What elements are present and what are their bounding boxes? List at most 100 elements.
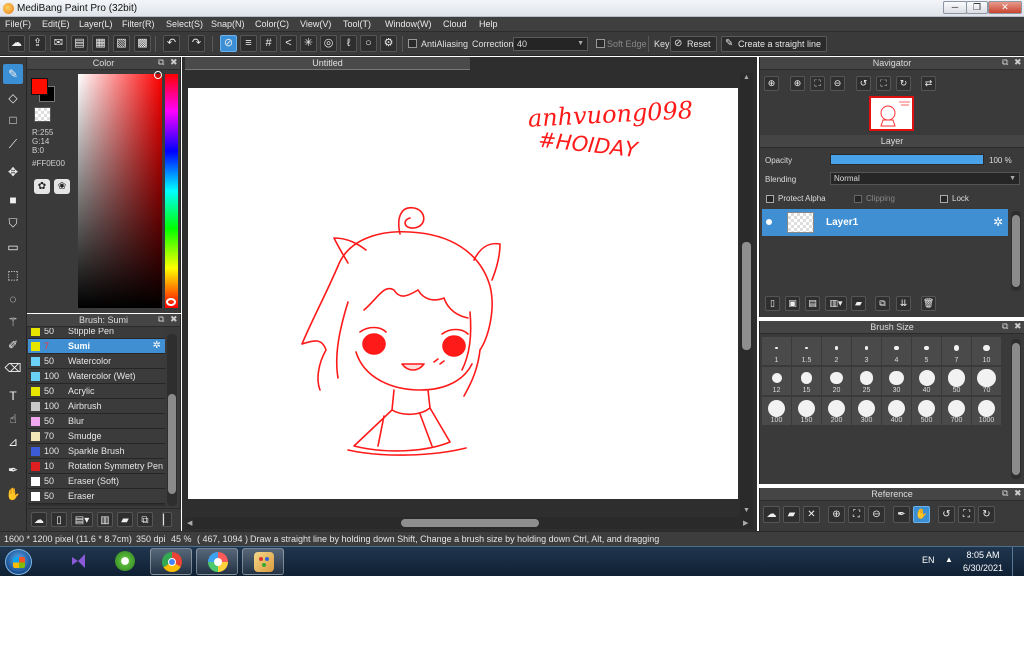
brush-size-preset[interactable]: 2 [822, 337, 851, 365]
undo-icon[interactable]: ↶ [163, 35, 180, 52]
scrollbar-thumb[interactable] [1012, 343, 1020, 475]
brush-size-preset[interactable]: 40 [912, 367, 941, 395]
close-panel-icon[interactable]: ✖ [170, 314, 178, 325]
delete-layer-icon[interactable]: 🗑 [921, 296, 936, 311]
scroll-left-icon[interactable]: ◀ [187, 519, 192, 527]
float-panel-icon[interactable]: ⧉ [1002, 321, 1008, 332]
brush-size-preset[interactable]: 12 [762, 367, 791, 395]
language-indicator[interactable]: EN [922, 555, 935, 565]
parallel-snap-icon[interactable]: ≡ [240, 35, 257, 52]
magic-wand-tool-icon[interactable]: ⚚ [3, 312, 23, 332]
color-wheel-icon[interactable]: ✿ [34, 179, 50, 194]
brush-item[interactable]: 50 Eraser [28, 489, 165, 504]
clipping-checkbox[interactable] [854, 195, 862, 203]
gear-icon[interactable]: ✲ [993, 215, 1003, 229]
fit-icon[interactable]: ⛶ [810, 76, 825, 91]
opacity-slider[interactable] [830, 154, 984, 165]
fit-icon[interactable]: ⛶ [848, 506, 865, 523]
select-eraser-tool-icon[interactable]: ⌫ [3, 358, 23, 378]
brush-size-preset[interactable]: 1 [762, 337, 791, 365]
add-brush-menu-icon[interactable]: ▤▾ [71, 512, 93, 527]
menu-file[interactable]: File(F) [5, 19, 31, 29]
hue-slider[interactable] [165, 74, 178, 308]
circle-snap-icon[interactable]: ○ [360, 35, 377, 52]
menu-snap[interactable]: Snap(N) [211, 19, 245, 29]
menu-window[interactable]: Window(W) [385, 19, 432, 29]
main-color-swatch[interactable] [31, 78, 48, 95]
float-panel-icon[interactable]: ⧉ [1002, 57, 1008, 68]
vanishing-snap-icon[interactable]: < [280, 35, 297, 52]
brush-item[interactable]: 50 Stipple Pen [28, 328, 165, 339]
brush-size-preset[interactable]: 15 [792, 367, 821, 395]
reset-button[interactable]: ⊘ Reset [670, 36, 717, 52]
eyedropper-tool-icon[interactable]: ✒ [3, 460, 23, 480]
layer-list-scrollbar[interactable] [1011, 211, 1021, 291]
layer-folder-icon[interactable]: ▰ [851, 296, 866, 311]
blending-select[interactable]: Normal ▼ [830, 172, 1020, 185]
clock-date[interactable]: 6/30/2021 [960, 563, 1006, 573]
taskbar-krita[interactable] [104, 548, 146, 575]
brush-item[interactable]: 50 Blur [28, 414, 165, 429]
brush-size-preset[interactable]: 7 [942, 337, 971, 365]
select-rect-tool-icon[interactable]: ⬚ [3, 265, 23, 285]
radial-snap-icon[interactable]: ✳ [300, 35, 317, 52]
brush-item[interactable]: 100 Sparkle Brush [28, 444, 165, 459]
lasso-tool-icon[interactable]: ◌ [3, 289, 23, 309]
cross-snap-icon[interactable]: # [260, 35, 277, 52]
text-tool-icon[interactable]: T [3, 386, 23, 406]
hue-slider-handle[interactable] [166, 298, 176, 306]
close-panel-icon[interactable]: ✖ [1014, 321, 1022, 332]
menu-select[interactable]: Select(S) [166, 19, 203, 29]
brush-size-preset[interactable]: 70 [972, 367, 1001, 395]
drawing-canvas[interactable]: anhvuong098 #HOIDAY [188, 88, 738, 499]
lock-checkbox[interactable] [940, 195, 948, 203]
float-panel-icon[interactable]: ⧉ [158, 57, 164, 68]
float-panel-icon[interactable]: ⧉ [158, 314, 164, 325]
brush-size-scrollbar[interactable] [1011, 339, 1021, 479]
brush-size-preset[interactable]: 150 [792, 397, 821, 425]
canvas-vertical-scrollbar[interactable]: ▲ ▼ [740, 73, 753, 517]
close-panel-icon[interactable]: ✖ [1014, 57, 1022, 68]
brush-size-preset[interactable]: 50 [942, 367, 971, 395]
taskbar-paint[interactable] [242, 548, 284, 575]
share-icon[interactable]: ⇪ [29, 35, 46, 52]
tray-expand-icon[interactable]: ▲ [945, 555, 953, 564]
cloud-icon[interactable]: ☁ [8, 35, 25, 52]
brush-item[interactable]: 50 Acrylic [28, 384, 165, 399]
brush-item[interactable]: 10 Rotation Symmetry Pen [28, 459, 165, 474]
brush-item[interactable]: 50 Watercolor [28, 354, 165, 369]
brush-size-preset[interactable]: 20 [822, 367, 851, 395]
divide-tool-icon[interactable]: ⊿ [3, 432, 23, 452]
start-button[interactable] [5, 549, 32, 575]
brush-item[interactable]: 100 Airbrush [28, 399, 165, 414]
cloud-brush-icon[interactable]: ☁ [31, 512, 47, 527]
menu-color[interactable]: Color(C) [255, 19, 289, 29]
taskbar-visual-studio[interactable] [58, 548, 100, 575]
concentric-snap-icon[interactable]: ◎ [320, 35, 337, 52]
clock-time[interactable]: 8:05 AM [960, 550, 1006, 560]
maximize-button[interactable]: ❐ [966, 1, 988, 14]
dot-tool-icon[interactable]: □ [3, 110, 23, 130]
scrollbar-thumb[interactable] [401, 519, 539, 527]
menu-filter[interactable]: Filter(R) [122, 19, 155, 29]
brush-folder-icon[interactable]: ▰ [117, 512, 133, 527]
soft-edge-checkbox[interactable] [596, 39, 605, 48]
antialiasing-checkbox[interactable] [408, 39, 417, 48]
color-picker-cursor[interactable] [154, 71, 162, 79]
zoom-in-icon[interactable]: ⊕ [790, 76, 805, 91]
brush-size-preset[interactable]: 300 [852, 397, 881, 425]
create-straight-line-button[interactable]: ✎ Create a straight line [721, 36, 828, 52]
zoom-in-icon[interactable]: ⊕ [764, 76, 779, 91]
protect-alpha-checkbox[interactable] [766, 195, 774, 203]
rotate-left-icon[interactable]: ↺ [856, 76, 871, 91]
open-folder-icon[interactable]: ▰ [783, 506, 800, 523]
duplicate-layer-icon[interactable]: ⧉ [875, 296, 890, 311]
close-reference-icon[interactable]: ✕ [803, 506, 820, 523]
minimize-button[interactable]: ─ [943, 1, 967, 14]
redo-icon[interactable]: ↷ [188, 35, 205, 52]
transparent-color-swatch[interactable] [34, 107, 51, 122]
gradient-tool-icon[interactable]: ▭ [3, 237, 23, 257]
brush-delete-icon[interactable]: ▏ [162, 512, 172, 527]
brush-item[interactable]: 100 Watercolor (Wet) [28, 369, 165, 384]
document-tab[interactable]: Untitled [185, 57, 470, 70]
